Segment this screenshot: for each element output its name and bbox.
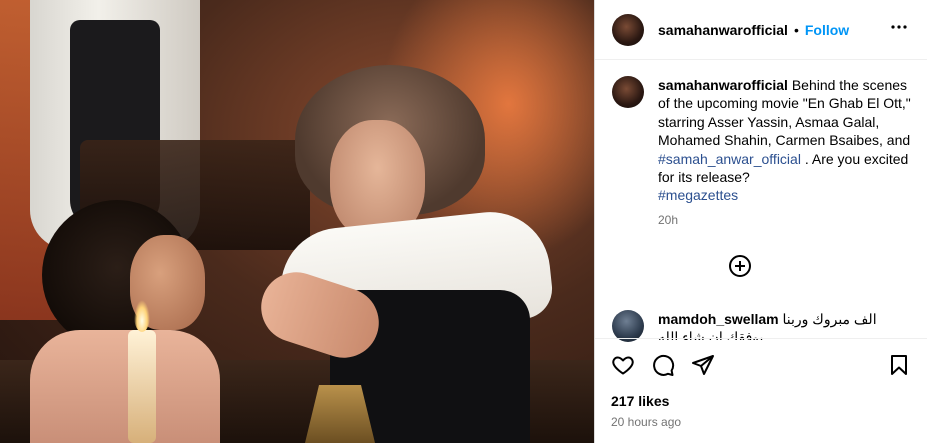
follow-button[interactable]: Follow [805, 22, 849, 38]
hashtag-link[interactable]: #samah_anwar_official [658, 151, 801, 167]
caption-avatar[interactable] [612, 76, 644, 108]
hashtag-link[interactable]: #megazettes [658, 187, 738, 203]
comment-username[interactable]: mamdoh_swellam [658, 311, 779, 327]
likes-count[interactable]: 217 likes [595, 393, 927, 409]
caption-text: samahanwarofficial Behind the scenes of … [658, 76, 911, 205]
caption-time[interactable]: 20h [658, 213, 911, 227]
post-container: samahanwarofficial • Follow samahanwarof… [0, 0, 927, 443]
action-icons [595, 339, 927, 391]
action-bar: 217 likes 20 hours ago [595, 338, 927, 443]
heart-icon[interactable] [611, 353, 635, 377]
paper-plane-icon[interactable] [691, 353, 715, 377]
avatar[interactable] [612, 13, 644, 46]
more-options-icon[interactable] [887, 15, 911, 44]
post-header: samahanwarofficial • Follow [595, 0, 927, 60]
separator-dot: • [793, 21, 799, 38]
caption-row: samahanwarofficial Behind the scenes of … [612, 76, 911, 205]
photo-candle [128, 330, 156, 443]
post-timestamp[interactable]: 20 hours ago [595, 415, 927, 429]
post-photo[interactable] [0, 0, 594, 443]
comment-text: mamdoh_swellam الف مبروك وربنا يوفقك ان … [658, 310, 912, 340]
caption-username[interactable]: samahanwarofficial [658, 77, 788, 93]
header-username[interactable]: samahanwarofficial [658, 22, 788, 38]
photo-candle-flame [134, 300, 150, 332]
photo-pink-shirt [30, 330, 220, 443]
post-side-panel: samahanwarofficial • Follow samahanwarof… [594, 0, 927, 443]
plus-circle-icon[interactable] [728, 254, 752, 278]
speech-bubble-icon[interactable] [651, 353, 675, 377]
bookmark-icon[interactable] [887, 353, 911, 377]
